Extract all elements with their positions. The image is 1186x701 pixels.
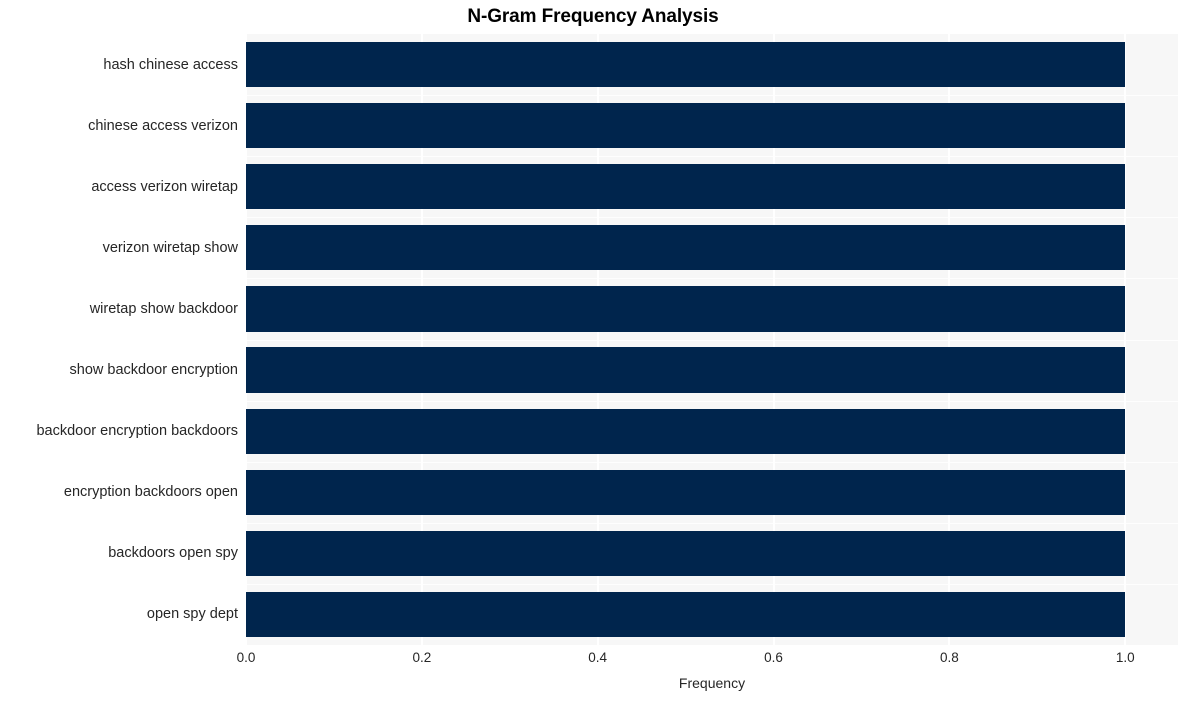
x-axis-title: Frequency	[678, 675, 746, 691]
y-axis-tick-label: backdoors open spy	[108, 545, 238, 562]
bar	[246, 347, 1126, 393]
y-axis-tick-label: show backdoor encryption	[69, 362, 238, 379]
chart-title: N-Gram Frequency Analysis	[467, 6, 719, 27]
x-axis-tick-label: 0.0	[236, 650, 256, 665]
bar	[246, 164, 1126, 210]
bar	[246, 469, 1126, 515]
bar	[246, 408, 1126, 454]
y-axis-labels: hash chinese access chinese access verizo…	[0, 34, 238, 645]
y-axis-tick-label: hash chinese access	[103, 56, 238, 73]
y-axis-tick-label: chinese access verizon	[88, 117, 238, 134]
bar	[246, 591, 1126, 638]
y-axis-tick-label: backdoor encryption backdoors	[36, 423, 238, 440]
x-axis-tick-label: 0.8	[940, 650, 959, 665]
chart-container: N-Gram Frequency Analysis hash chinese a…	[0, 0, 1186, 701]
bar	[246, 41, 1126, 88]
plot-area	[245, 34, 1178, 645]
x-axis-tick-label: 0.6	[764, 650, 783, 665]
y-axis-tick-label: verizon wiretap show	[102, 239, 238, 256]
bar	[246, 103, 1126, 149]
x-axis-tick-label: 1.0	[1115, 650, 1135, 665]
x-axis-tick-labels: 0.0 0.2 0.4 0.6 0.8 1.0	[0, 650, 1186, 672]
bar	[246, 225, 1126, 271]
bar	[246, 530, 1126, 576]
y-axis-tick-label: access verizon wiretap	[91, 178, 238, 195]
bar	[246, 286, 1126, 332]
bar-series	[246, 34, 1178, 645]
y-axis-tick-label: encryption backdoors open	[63, 484, 238, 501]
y-axis-tick-label: open spy dept	[146, 606, 238, 623]
y-axis-tick-label: wiretap show backdoor	[89, 300, 238, 317]
x-axis-tick-label: 0.4	[588, 650, 608, 665]
x-axis-tick-label: 0.2	[412, 650, 432, 665]
